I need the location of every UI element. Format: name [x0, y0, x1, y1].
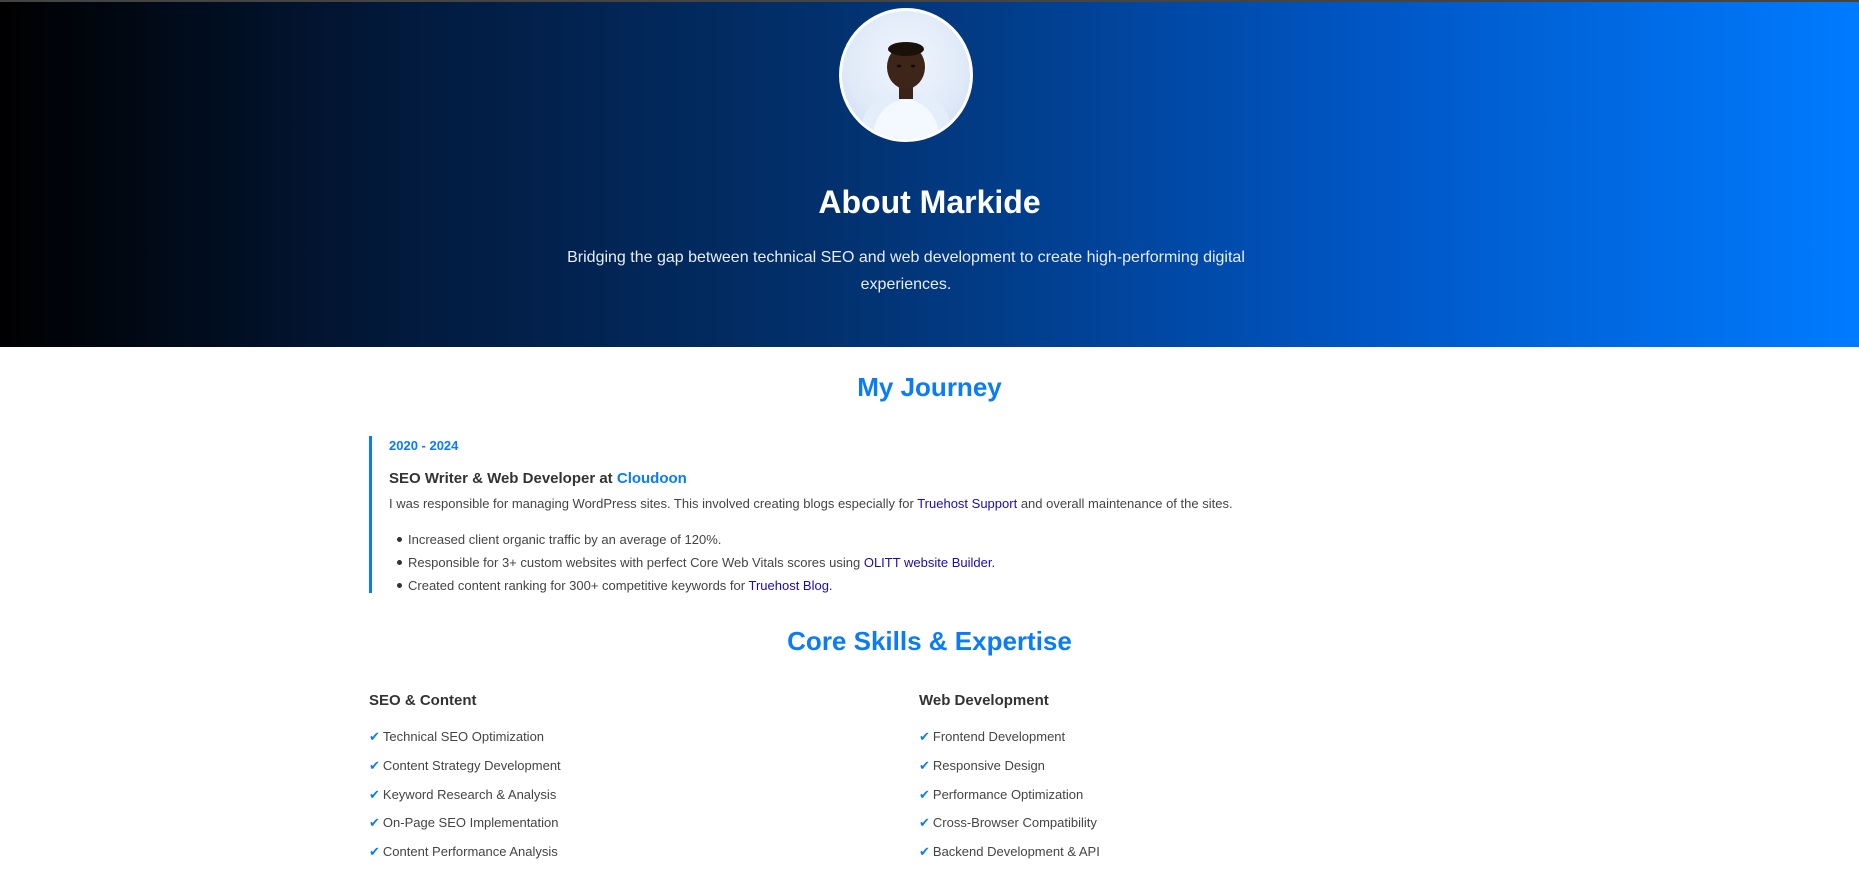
skill-item: ✔ On-Page SEO Implementation — [369, 809, 889, 838]
skill-item: ✔ Technical SEO Optimization — [369, 723, 889, 752]
truehost-blog-link[interactable]: Truehost Blog. — [748, 578, 832, 593]
timeline-role: SEO Writer & Web Developer at Cloudoon — [389, 470, 1339, 487]
achievements-list: Increased client organic traffic by an a… — [389, 528, 1339, 597]
skill-label: Content Performance Analysis — [382, 844, 558, 860]
skill-label: Backend Development & API — [932, 844, 1100, 860]
check-icon: ✔ — [919, 757, 930, 773]
skills-column-heading: Web Development — [919, 692, 1049, 709]
skill-item: ✔ Backend Development & API — [919, 838, 1439, 867]
achievement-text: Responsible for 3+ custom websites with … — [408, 555, 861, 570]
skills-heading: Core Skills & Expertise — [787, 626, 1072, 656]
skills-column-webdev: Web Development ✔ Frontend Development ✔ R… — [919, 692, 1439, 867]
skill-item: ✔ Cross-Browser Compatibility — [919, 809, 1439, 838]
skill-item: ✔ Content Strategy Development — [369, 752, 889, 781]
skill-label: Cross-Browser Compatibility — [932, 815, 1097, 831]
check-icon: ✔ — [919, 729, 930, 744]
description-text: I was responsible for managing WordPress… — [389, 496, 914, 511]
company-name: Cloudoon — [616, 470, 687, 487]
check-icon: ✔ — [369, 757, 380, 773]
skill-label: Responsive Design — [932, 757, 1045, 773]
skill-label: On-Page SEO Implementation — [382, 815, 559, 831]
achievement-text: Created content ranking for 300+ competi… — [408, 578, 746, 593]
timeline-date: 2020 - 2024 — [389, 438, 459, 453]
timeline-description: I was responsible for managing WordPress… — [389, 496, 1339, 511]
about-hero: About Markide Bridging the gap between t… — [0, 2, 1859, 347]
timeline-item: 2020 - 2024 SEO Writer & Web Developer a… — [369, 436, 1339, 593]
check-icon: ✔ — [919, 786, 930, 802]
check-icon: ✔ — [369, 729, 380, 744]
profile-photo — [860, 42, 952, 139]
page-title: About Markide — [818, 184, 1041, 220]
achievement-text: Increased client organic traffic by an a… — [408, 532, 722, 547]
check-icon: ✔ — [919, 815, 930, 831]
description-text-end: and overall maintenance of the sites. — [1020, 496, 1233, 511]
olitt-builder-link[interactable]: OLITT website Builder. — [864, 555, 995, 570]
list-item: Created content ranking for 300+ competi… — [389, 574, 1339, 597]
skill-item: ✔ Keyword Research & Analysis — [369, 781, 889, 810]
skill-label: Content Strategy Development — [382, 757, 561, 773]
list-item: Responsible for 3+ custom websites with … — [389, 551, 1339, 574]
check-icon: ✔ — [369, 844, 380, 860]
skill-label: Technical SEO Optimization — [382, 729, 545, 744]
skills-column-seo: SEO & Content ✔ Technical SEO Optimizatio… — [369, 692, 889, 867]
skill-item: ✔ Frontend Development — [919, 723, 1439, 752]
check-icon: ✔ — [369, 815, 380, 831]
role-title: SEO Writer & Web Developer at — [389, 470, 613, 487]
check-icon: ✔ — [919, 844, 930, 860]
profile-avatar — [839, 8, 973, 142]
skill-label: Performance Optimization — [932, 786, 1084, 802]
truehost-support-link[interactable]: Truehost Support — [917, 496, 1017, 511]
skill-item: ✔ Content Performance Analysis — [369, 838, 889, 867]
skills-column-heading: SEO & Content — [369, 692, 477, 709]
skill-label: Frontend Development — [932, 729, 1066, 744]
skill-label: Keyword Research & Analysis — [382, 786, 557, 802]
check-icon: ✔ — [369, 786, 380, 802]
skill-item: ✔ Responsive Design — [919, 752, 1439, 781]
skills-list: ✔ Frontend Development ✔ Responsive Design… — [919, 723, 1439, 867]
page-subtitle: Bridging the gap between technical SEO a… — [567, 249, 1245, 293]
list-item: Increased client organic traffic by an a… — [389, 528, 1339, 551]
skills-list: ✔ Technical SEO Optimization ✔ Content Str… — [369, 723, 889, 867]
journey-heading: My Journey — [857, 372, 1002, 402]
skill-item: ✔ Performance Optimization — [919, 781, 1439, 810]
